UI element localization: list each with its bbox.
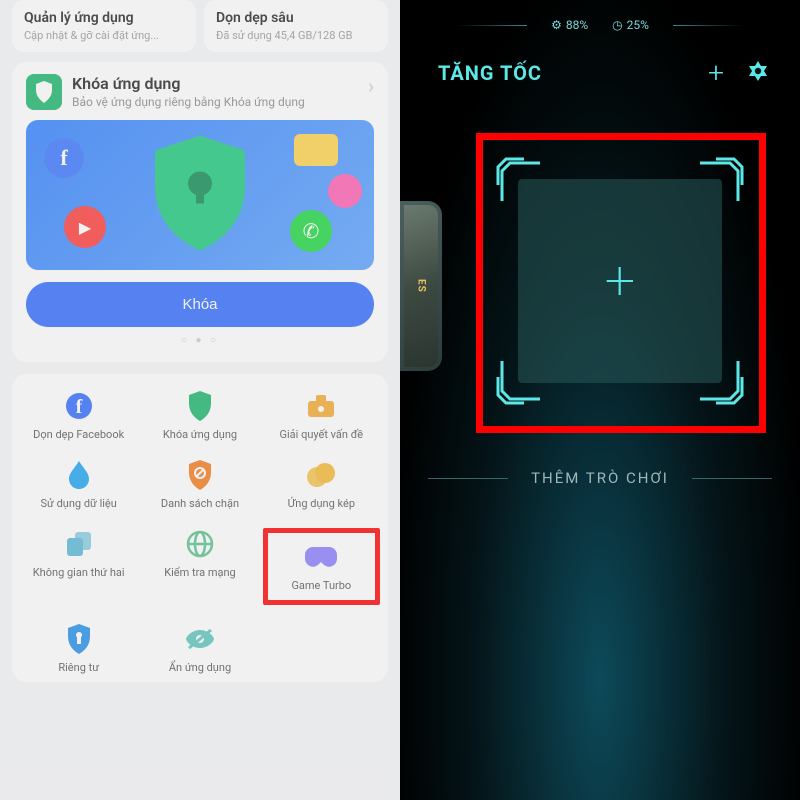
facebook-icon: f: [60, 145, 67, 171]
tool-label: Dọn dẹp Facebook: [33, 428, 124, 441]
add-game-label: THÊM TRÒ CHƠI: [400, 469, 800, 487]
gamepad-icon: [305, 541, 337, 573]
tool-shield[interactable]: Khóa ứng dụng: [141, 390, 258, 441]
tool-globe[interactable]: Kiểm tra mạng: [141, 528, 258, 605]
deep-clean-card[interactable]: Dọn dẹp sâu Đã sử dụng 45,4 GB/128 GB: [204, 0, 388, 52]
app-lock-card[interactable]: Khóa ứng dụng Bảo vệ ứng dụng riêng bằng…: [12, 62, 388, 362]
tool-label: Ứng dụng kép: [288, 497, 355, 510]
add-icon[interactable]: +: [708, 56, 724, 89]
shield-icon: [26, 74, 62, 110]
chevron-right-icon: ›: [368, 74, 374, 98]
gallery-icon: [328, 174, 362, 208]
copy-icon: [63, 528, 95, 560]
manage-apps-card[interactable]: Quản lý ứng dụng Cập nhật & gỡ cài đặt ứ…: [12, 0, 196, 52]
tool-block-shield[interactable]: Danh sách chặn: [141, 459, 258, 510]
tool-label: Ẩn ứng dụng: [169, 661, 231, 674]
lock-button[interactable]: Khóa: [26, 282, 374, 327]
globe-icon: [184, 528, 216, 560]
security-app-screen: Quản lý ứng dụng Cập nhật & gỡ cài đặt ứ…: [0, 0, 400, 800]
battery-stat: ⚙88%: [551, 18, 588, 32]
app-lock-banner: f ▶ ✆: [26, 120, 374, 270]
tool-eye-off[interactable]: Ẩn ứng dụng: [141, 623, 258, 674]
tool-label: Riêng tư: [58, 661, 99, 674]
page-indicator: ○ ● ○: [26, 335, 374, 346]
eye-off-icon: [184, 623, 216, 655]
tool-label: Danh sách chặn: [161, 497, 239, 510]
tool-drop[interactable]: Sử dụng dữ liệu: [20, 459, 137, 510]
card-subtitle: Đã sử dụng 45,4 GB/128 GB: [216, 29, 376, 42]
speed-stat: ◷25%: [612, 18, 649, 32]
toolbox-icon: [305, 390, 337, 422]
whatsapp-icon: ✆: [303, 219, 320, 243]
tool-facebook[interactable]: f Dọn dẹp Facebook: [20, 390, 137, 441]
tool-label: Không gian thứ hai: [33, 566, 125, 579]
status-bar: ⚙88% ◷25%: [400, 0, 800, 32]
tool-copy[interactable]: Không gian thứ hai: [20, 528, 137, 605]
tool-toolbox[interactable]: Giải quyết vấn đề: [263, 390, 380, 441]
privacy-icon: [63, 623, 95, 655]
card-title: Dọn dẹp sâu: [216, 10, 376, 26]
clock-icon: ◷: [612, 18, 622, 32]
tool-label: Khóa ứng dụng: [163, 428, 237, 441]
facebook-icon: f: [63, 390, 95, 422]
tool-dual[interactable]: Ứng dụng kép: [263, 459, 380, 510]
drop-icon: [63, 459, 95, 491]
card-subtitle: Cập nhật & gỡ cài đặt ứng...: [24, 29, 184, 42]
tools-grid-card: f Dọn dẹp Facebook Khóa ứng dụng Giải quyết…: [12, 374, 388, 682]
tool-gamepad[interactable]: Game Turbo: [263, 528, 380, 605]
app-lock-subtitle: Bảo vệ ứng dụng riêng bằng Khóa ứng dụng: [72, 95, 358, 109]
block-shield-icon: [184, 459, 216, 491]
card-title: Quản lý ứng dụng: [24, 10, 184, 26]
play-icon: ▶: [79, 218, 91, 237]
tool-label: Sử dụng dữ liệu: [41, 497, 117, 510]
dual-icon: [305, 459, 337, 491]
svg-text:f: f: [75, 396, 82, 418]
shield-icon: [184, 390, 216, 422]
shield-lock-icon: [150, 136, 250, 255]
tool-label: Kiểm tra mạng: [164, 566, 236, 579]
game-thumbnail-pubg[interactable]: ES: [400, 201, 442, 371]
tool-label: Game Turbo: [291, 579, 351, 592]
tool-privacy[interactable]: Riêng tư: [20, 623, 137, 674]
folder-icon: [294, 134, 338, 166]
tool-label: Giải quyết vấn đề: [280, 428, 364, 441]
add-game-slot[interactable]: +: [496, 157, 744, 405]
gear-icon: ⚙: [551, 18, 562, 32]
game-turbo-screen: ⚙88% ◷25% TĂNG TỐC + ES + THÊM TRÒ CHƠI: [400, 0, 800, 800]
settings-icon[interactable]: [746, 59, 770, 87]
app-lock-title: Khóa ứng dụng: [72, 74, 358, 93]
plus-icon: +: [605, 250, 635, 313]
page-title: TĂNG TỐC: [438, 61, 542, 85]
